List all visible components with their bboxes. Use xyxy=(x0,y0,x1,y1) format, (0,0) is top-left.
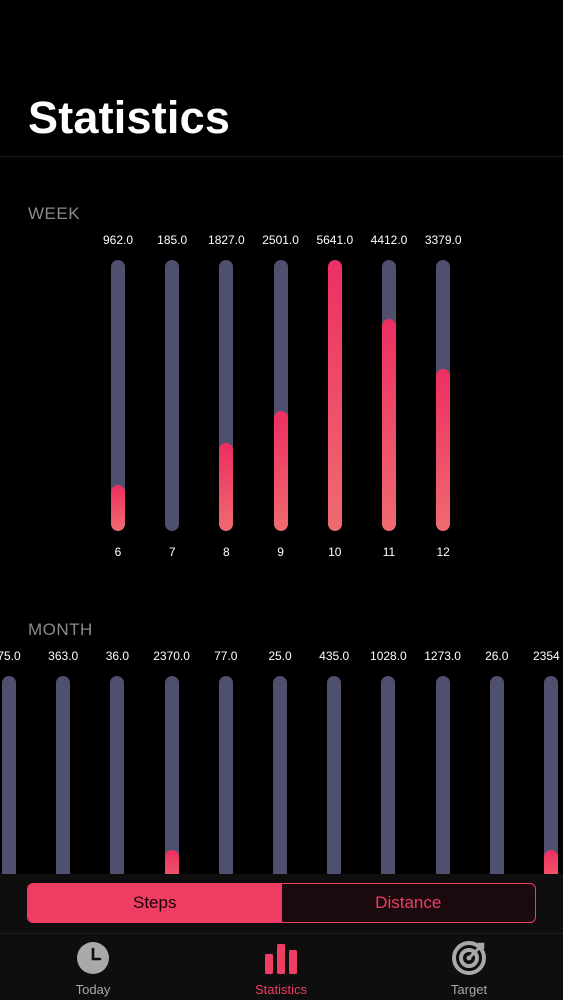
tab-target-label: Target xyxy=(450,982,488,997)
month-bar-track xyxy=(435,676,450,891)
month-bar-track xyxy=(327,676,342,891)
bar-chart-icon xyxy=(221,938,341,978)
month-bar-value: 26.0 xyxy=(485,649,509,663)
tab-target[interactable]: Target xyxy=(409,938,529,997)
week-bar-fill xyxy=(111,485,125,531)
week-bar-track xyxy=(165,260,180,531)
week-bar-fill xyxy=(273,411,288,531)
month-bar-track xyxy=(56,676,71,891)
month-bar-track xyxy=(544,676,558,891)
week-bar-track xyxy=(111,260,125,531)
page-title: Statistics xyxy=(28,92,231,143)
month-bar-track xyxy=(218,676,233,891)
week-bar-day: 12 xyxy=(436,545,450,559)
month-bar-track xyxy=(489,676,504,891)
tab-statistics[interactable]: Statistics xyxy=(221,938,341,997)
tab-today[interactable]: Today xyxy=(33,938,153,997)
steps-segment[interactable]: Steps xyxy=(28,884,282,922)
month-bar-value: 2354 xyxy=(533,649,560,663)
distance-segment[interactable]: Distance xyxy=(282,884,536,922)
clock-icon xyxy=(33,938,153,978)
week-bar-track xyxy=(382,260,396,531)
week-bar-fill xyxy=(219,443,234,531)
month-bar-track xyxy=(2,676,16,891)
week-bar-fill xyxy=(382,319,396,531)
header-divider xyxy=(0,156,563,157)
tab-statistics-label: Statistics xyxy=(254,982,307,997)
week-bar-track xyxy=(273,260,288,531)
week-section-label: WEEK xyxy=(28,204,81,223)
month-bar-track xyxy=(110,676,125,891)
tab-today-label: Today xyxy=(75,982,111,997)
month-bar-track xyxy=(273,676,287,891)
tab-bar-divider xyxy=(0,933,563,934)
month-bar-track xyxy=(164,676,179,891)
month-bar-track xyxy=(381,676,396,891)
month-section-label: MONTH xyxy=(28,620,93,639)
week-bar-value: 3379.0 xyxy=(424,233,462,247)
week-bar-track xyxy=(436,260,451,531)
target-icon xyxy=(409,938,529,978)
week-bar-fill xyxy=(436,369,451,531)
metric-segmented-control[interactable]: Steps Distance xyxy=(27,883,536,923)
week-bar-track xyxy=(327,260,342,531)
week-bar-fill xyxy=(327,260,342,531)
week-bar-track xyxy=(219,260,234,531)
